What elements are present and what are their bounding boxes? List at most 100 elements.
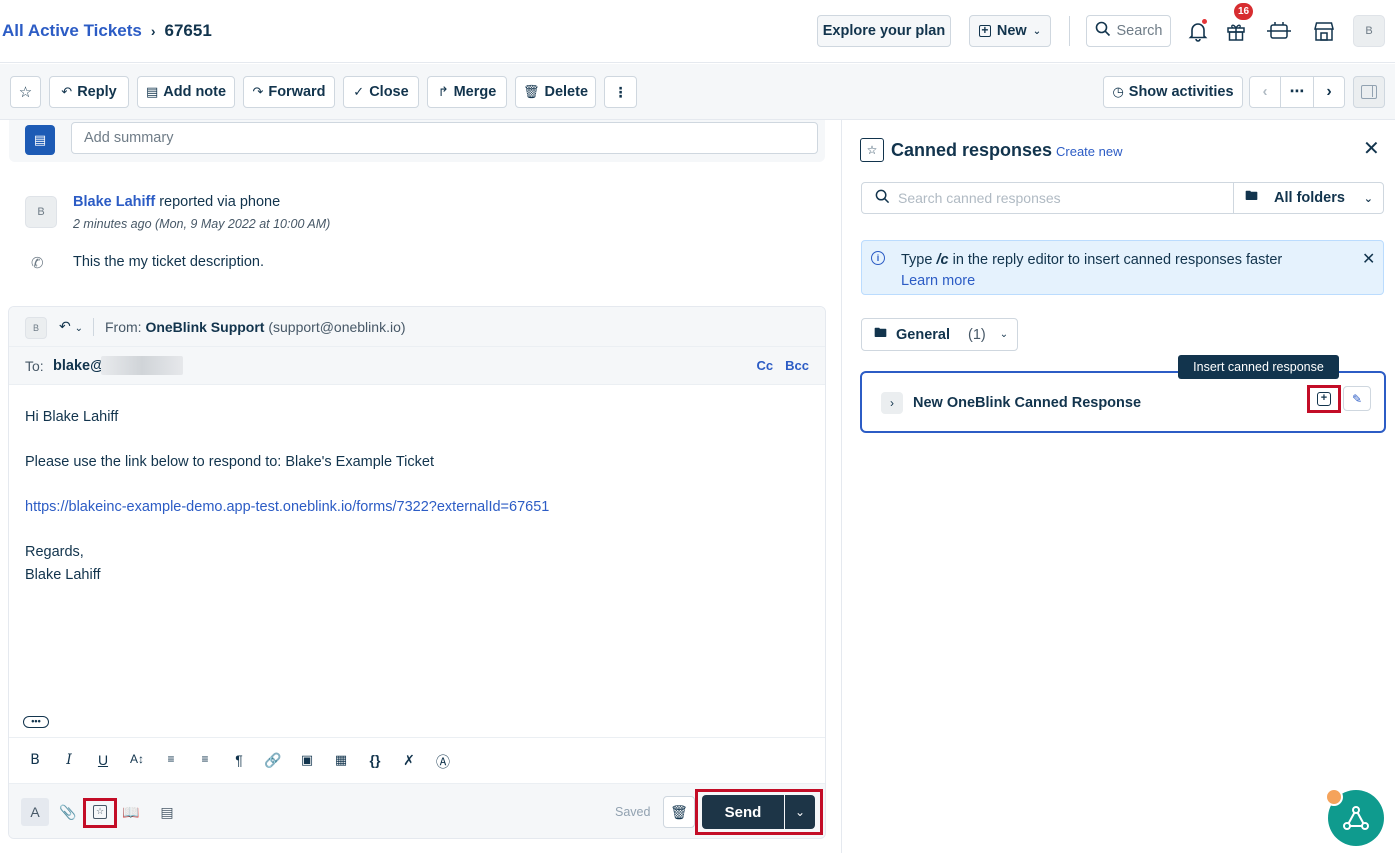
clear-format-icon[interactable]: ✗ bbox=[400, 752, 418, 769]
close-icon[interactable]: ✕ bbox=[1363, 136, 1380, 161]
reply-button[interactable]: ↶ Reply bbox=[49, 76, 129, 108]
more-actions-button[interactable]: ⋮ bbox=[604, 76, 637, 108]
italic-icon[interactable]: I bbox=[60, 752, 78, 768]
marketplace-icon[interactable] bbox=[1309, 16, 1339, 46]
image-icon[interactable]: ▣ bbox=[298, 752, 316, 768]
saved-status: Saved bbox=[615, 805, 651, 819]
add-summary-input[interactable]: Add summary bbox=[71, 122, 818, 154]
dismiss-tip-icon[interactable]: ✕ bbox=[1362, 249, 1375, 269]
search-button[interactable]: Search bbox=[1086, 15, 1171, 47]
canned-responses-panel: ☆ Canned responses Create new ✕ Search c… bbox=[843, 120, 1395, 853]
underline-icon[interactable]: U bbox=[94, 752, 112, 768]
new-button[interactable]: + New ⌄ bbox=[969, 15, 1051, 47]
template-icon[interactable]: ▤ bbox=[153, 798, 181, 826]
discard-draft-button[interactable]: 🗑 bbox=[663, 796, 695, 828]
next-ticket-button[interactable]: › bbox=[1313, 76, 1345, 108]
font-size-icon[interactable]: A↕ bbox=[128, 752, 146, 766]
send-button[interactable]: Send bbox=[702, 795, 784, 829]
bullet-list-icon[interactable]: ≡ bbox=[196, 752, 214, 766]
canned-response-icon[interactable]: ☆ bbox=[86, 798, 114, 826]
show-activities-label: Show activities bbox=[1128, 84, 1234, 100]
close-ticket-button[interactable]: ✓ Close bbox=[343, 76, 419, 108]
folder-icon: 🖿 bbox=[1245, 188, 1259, 203]
network-icon bbox=[1343, 806, 1369, 830]
formatting-toolbar: B I U A↕ ≡ ≡ ¶ 🔗 ▣ ▦ {} ✗ Ⓐ bbox=[9, 737, 825, 783]
toggle-sidebar-button[interactable] bbox=[1353, 76, 1385, 108]
body-regards: Regards, bbox=[25, 544, 84, 560]
requester-line: Blake Lahiff reported via phone bbox=[73, 194, 280, 210]
chevron-down-icon: ⌄ bbox=[999, 329, 1009, 340]
new-label: New bbox=[996, 23, 1027, 39]
user-avatar[interactable]: B bbox=[1353, 15, 1385, 47]
add-note-button[interactable]: ▤ Add note bbox=[137, 76, 235, 108]
history-icon: ◷ bbox=[1112, 84, 1124, 99]
attachment-icon[interactable]: 📎 bbox=[54, 798, 82, 826]
horizontal-dots-icon: ⋯ bbox=[1289, 84, 1305, 100]
code-icon[interactable]: {} bbox=[366, 752, 384, 768]
merge-label: Merge bbox=[453, 84, 497, 100]
canned-search-input[interactable]: Search canned responses bbox=[861, 182, 1234, 214]
from-field[interactable]: From: OneBlink Support (support@oneblink… bbox=[105, 319, 406, 335]
numbered-list-icon[interactable]: ≡ bbox=[162, 752, 180, 766]
reply-type-dropdown[interactable]: ↶ ⌄ bbox=[59, 318, 83, 335]
show-quoted-text-button[interactable]: ••• bbox=[23, 716, 49, 728]
gift-icon[interactable] bbox=[1221, 16, 1251, 46]
tip-suffix: in the reply editor to insert canned res… bbox=[948, 252, 1283, 268]
canned-response-title: New OneBlink Canned Response bbox=[913, 395, 1142, 411]
prev-ticket-button[interactable]: ‹ bbox=[1249, 76, 1281, 108]
text-format-icon[interactable]: A bbox=[21, 798, 49, 826]
expand-chevron-icon[interactable]: › bbox=[881, 392, 903, 414]
to-recipient[interactable]: blake@ bbox=[53, 358, 104, 374]
spellcheck-icon[interactable]: Ⓐ bbox=[434, 752, 452, 772]
bcc-link[interactable]: Bcc bbox=[785, 358, 809, 373]
canned-response-item[interactable]: › New OneBlink Canned Response + ✎ bbox=[860, 371, 1386, 433]
paragraph-icon[interactable]: ¶ bbox=[230, 752, 248, 768]
chevron-down-icon: ⌄ bbox=[794, 805, 806, 819]
check-circle-icon: ✓ bbox=[353, 84, 365, 99]
learn-more-link[interactable]: Learn more bbox=[901, 273, 975, 289]
link-icon[interactable]: 🔗 bbox=[264, 752, 282, 769]
delete-button[interactable]: 🗑 Delete bbox=[515, 76, 596, 108]
reply-label: Reply bbox=[77, 84, 117, 100]
chevron-left-icon: ‹ bbox=[1262, 84, 1268, 100]
header-divider bbox=[1069, 16, 1070, 46]
tip-banner: i Type /c in the reply editor to insert … bbox=[861, 240, 1384, 295]
reported-via-text: reported via phone bbox=[159, 194, 281, 210]
star-button[interactable]: ☆ bbox=[10, 76, 41, 108]
ticket-list-button[interactable]: ⋯ bbox=[1280, 76, 1314, 108]
ticket-action-bar: ☆ ↶ Reply ▤ Add note ↷ Forward ✓ Close ↱… bbox=[0, 64, 1395, 120]
from-name: OneBlink Support bbox=[145, 319, 265, 335]
forward-button[interactable]: ↷ Forward bbox=[243, 76, 335, 108]
create-new-link[interactable]: Create new bbox=[1056, 144, 1122, 159]
panel-title: Canned responses bbox=[891, 140, 1053, 160]
reply-body[interactable]: Hi Blake Lahiff Please use the link belo… bbox=[25, 406, 549, 586]
body-form-link[interactable]: https://blakeinc-example-demo.app-test.o… bbox=[25, 496, 549, 519]
send-options-dropdown[interactable]: ⌄ bbox=[785, 795, 815, 829]
assistant-notification-dot bbox=[1325, 788, 1343, 806]
canned-response-icon: ☆ bbox=[860, 138, 884, 162]
from-email: (support@oneblink.io) bbox=[268, 319, 406, 335]
bold-icon[interactable]: B bbox=[26, 752, 44, 768]
requester-name-link[interactable]: Blake Lahiff bbox=[73, 194, 155, 210]
product-tour-icon[interactable] bbox=[1264, 16, 1294, 46]
breadcrumb-all-tickets[interactable]: All Active Tickets bbox=[2, 21, 142, 41]
all-folders-dropdown[interactable]: 🖿 All folders ⌄ bbox=[1233, 182, 1384, 214]
bell-icon[interactable] bbox=[1183, 16, 1213, 46]
summary-row: ▤ Add summary bbox=[9, 120, 825, 162]
explore-plan-button[interactable]: Explore your plan bbox=[817, 15, 951, 47]
table-icon[interactable]: ▦ bbox=[332, 752, 350, 768]
merge-button[interactable]: ↱ Merge bbox=[427, 76, 507, 108]
notification-count-badge: 16 bbox=[1234, 3, 1253, 20]
plus-box-icon: + bbox=[978, 24, 991, 37]
edit-pencil-icon[interactable]: ✎ bbox=[1343, 386, 1371, 411]
all-folders-label: All folders bbox=[1274, 190, 1345, 206]
insert-plus-icon[interactable]: + bbox=[1317, 392, 1331, 406]
cc-link[interactable]: Cc bbox=[757, 358, 774, 373]
to-row: To: blake@ Cc Bcc bbox=[9, 347, 825, 385]
general-folder-dropdown[interactable]: 🖿 General (1) ⌄ bbox=[861, 318, 1018, 351]
summary-icon: ▤ bbox=[25, 125, 55, 155]
show-activities-button[interactable]: ◷ Show activities bbox=[1103, 76, 1243, 108]
insert-button-highlight: + bbox=[1307, 385, 1341, 413]
ticket-timestamp: 2 minutes ago (Mon, 9 May 2022 at 10:00 … bbox=[73, 217, 331, 231]
solution-article-icon[interactable]: 📖 bbox=[117, 798, 145, 826]
